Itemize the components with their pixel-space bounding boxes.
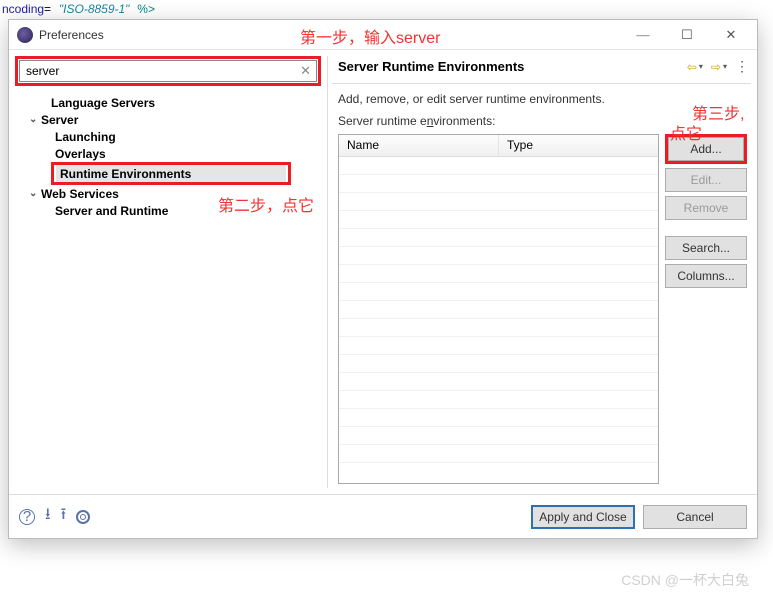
table-row	[339, 391, 658, 409]
tree-item-launching[interactable]: Launching	[15, 128, 321, 145]
button-column: Add... Edit... Remove Search... Columns.…	[665, 134, 747, 484]
table-row	[339, 445, 658, 463]
table-row	[339, 283, 658, 301]
table-row	[339, 247, 658, 265]
forward-dropdown-icon[interactable]: ▾	[723, 62, 727, 71]
view-menu-icon[interactable]: ⋮	[735, 58, 749, 75]
tree-label: Overlays	[55, 147, 106, 161]
tree-item-language-servers[interactable]: Language Servers	[15, 94, 321, 111]
oomph-icon[interactable]	[76, 510, 90, 524]
table-header: Name Type	[339, 135, 658, 157]
maximize-button[interactable]: ☐	[665, 21, 709, 49]
table-row	[339, 319, 658, 337]
tree-label: Server and Runtime	[55, 204, 168, 218]
titlebar: Preferences — ☐ ✕	[9, 20, 757, 50]
table-row	[339, 427, 658, 445]
tree-label: Language Servers	[51, 96, 155, 110]
chevron-down-icon: ⌄	[29, 188, 39, 199]
search-input[interactable]	[19, 60, 317, 82]
cancel-button[interactable]: Cancel	[643, 505, 747, 529]
table-row	[339, 409, 658, 427]
table-row	[339, 157, 658, 175]
help-icon[interactable]: ?	[19, 509, 35, 525]
forward-icon[interactable]: ⇨	[711, 60, 721, 74]
left-panel: ✕ Language Servers ⌄Server Launching Ove…	[15, 56, 321, 488]
table-row	[339, 355, 658, 373]
nav-arrows: ⇦▾ ⇨▾ ⋮	[687, 58, 749, 75]
runtime-highlight-box: Runtime Environments	[51, 162, 291, 185]
close-button[interactable]: ✕	[709, 21, 753, 49]
column-name[interactable]: Name	[339, 135, 499, 156]
tree-label: Runtime Environments	[60, 167, 191, 181]
table-row	[339, 229, 658, 247]
tree-label: Launching	[55, 130, 116, 144]
preferences-tree[interactable]: Language Servers ⌄Server Launching Overl…	[15, 90, 321, 219]
add-button[interactable]: Add...	[668, 137, 744, 161]
watermark: CSDN @一杯大白兔	[621, 570, 749, 590]
table-row	[339, 373, 658, 391]
table-row	[339, 301, 658, 319]
apply-and-close-button[interactable]: Apply and Close	[531, 505, 635, 529]
table-label: Server runtime environments:	[332, 112, 751, 134]
tree-label: Server	[41, 113, 78, 127]
remove-button: Remove	[665, 196, 747, 220]
panel-title: Server Runtime Environments	[338, 59, 687, 74]
import-icon[interactable]: ⭳	[45, 503, 51, 530]
chevron-down-icon: ⌄	[29, 114, 39, 125]
table-row	[339, 193, 658, 211]
tree-item-runtime-environments[interactable]: Runtime Environments	[56, 165, 286, 182]
export-icon[interactable]: ⭱	[61, 503, 67, 530]
tree-label: Web Services	[41, 187, 119, 201]
tree-item-server-and-runtime[interactable]: Server and Runtime	[15, 202, 321, 219]
window-title: Preferences	[39, 28, 621, 42]
eclipse-icon	[17, 27, 33, 43]
back-icon[interactable]: ⇦	[687, 60, 697, 74]
tree-item-overlays[interactable]: Overlays	[15, 145, 321, 162]
runtime-table[interactable]: Name Type	[338, 134, 659, 484]
preferences-window: Preferences — ☐ ✕ ✕ Language Servers ⌄Se…	[8, 19, 758, 539]
tree-item-server[interactable]: ⌄Server	[15, 111, 321, 128]
add-highlight-box: Add...	[665, 134, 747, 164]
search-highlight-box: ✕	[15, 56, 321, 86]
clear-search-icon[interactable]: ✕	[300, 63, 311, 79]
back-dropdown-icon[interactable]: ▾	[699, 62, 703, 71]
columns-button[interactable]: Columns...	[665, 264, 747, 288]
table-row	[339, 175, 658, 193]
table-row	[339, 211, 658, 229]
dialog-footer: ? ⭳ ⭱ Apply and Close Cancel	[9, 494, 757, 538]
right-panel: Server Runtime Environments ⇦▾ ⇨▾ ⋮ Add,…	[327, 56, 751, 488]
tree-item-web-services[interactable]: ⌄Web Services	[15, 185, 321, 202]
edit-button: Edit...	[665, 168, 747, 192]
table-row	[339, 337, 658, 355]
panel-description: Add, remove, or edit server runtime envi…	[332, 84, 751, 112]
column-type[interactable]: Type	[499, 135, 658, 156]
minimize-button[interactable]: —	[621, 21, 665, 49]
search-button[interactable]: Search...	[665, 236, 747, 260]
table-row	[339, 265, 658, 283]
code-fragment: ncoding= "ISO-8859-1" %>	[0, 0, 773, 17]
